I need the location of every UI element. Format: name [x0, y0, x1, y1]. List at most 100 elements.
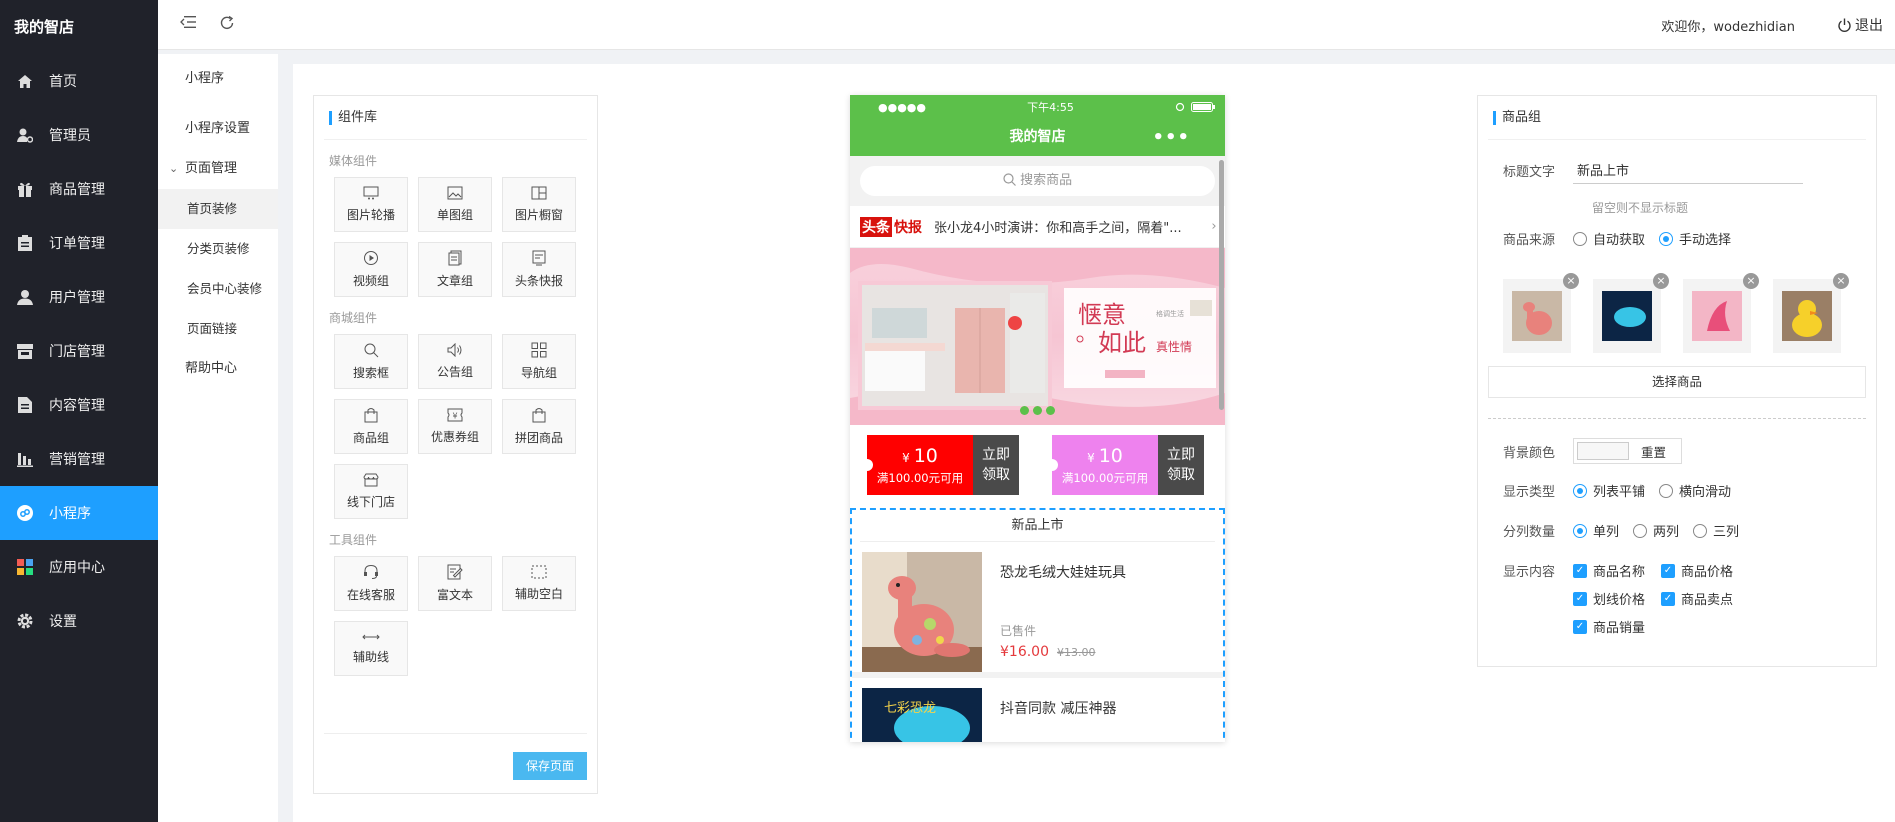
- banner-carousel[interactable]: 惬意 如此 真性情 格调生活: [850, 248, 1225, 425]
- goods-thumb[interactable]: ×: [1773, 273, 1849, 353]
- comp-video[interactable]: 视频组: [334, 242, 408, 297]
- subnav-item-page-links[interactable]: 页面链接: [158, 309, 278, 349]
- goods-thumb[interactable]: ×: [1593, 273, 1669, 353]
- sidebar-item-apps[interactable]: 应用中心: [0, 540, 158, 594]
- headline-news[interactable]: 头条 快报 张小龙4小时演讲：你和高手之间，隔着"... ›: [850, 206, 1225, 248]
- search-icon: [364, 343, 379, 358]
- phone-status-bar: ●●●●● 下午4:55: [850, 95, 1225, 119]
- radio-single[interactable]: 单列: [1573, 521, 1619, 540]
- radio-double[interactable]: 两列: [1633, 521, 1679, 540]
- comp-search-box[interactable]: 搜索框: [334, 334, 408, 389]
- comp-navigation[interactable]: 导航组: [502, 334, 576, 389]
- sidebar-item-home[interactable]: 首页: [0, 54, 158, 108]
- radio-triple[interactable]: 三列: [1693, 521, 1739, 540]
- check-goods-name[interactable]: ✓ 商品名称: [1573, 561, 1673, 580]
- subnav-item-member-decor[interactable]: 会员中心装修: [158, 269, 278, 309]
- check-selling-point[interactable]: ✓ 商品卖点: [1661, 589, 1761, 608]
- remove-icon[interactable]: ×: [1653, 273, 1669, 289]
- remove-icon[interactable]: ×: [1743, 273, 1759, 289]
- coupon-claim-button[interactable]: 立即 领取: [973, 435, 1019, 495]
- sidebar-item-settings[interactable]: 设置: [0, 594, 158, 648]
- check-sales[interactable]: ✓ 商品销量: [1573, 617, 1673, 636]
- comp-divider-line[interactable]: 辅助线: [334, 621, 408, 676]
- goods-sold: 已售件: [1000, 624, 1037, 638]
- color-swatch[interactable]: [1577, 442, 1629, 460]
- coupon-card[interactable]: ¥10 满100.00元可用 立即 领取: [1046, 435, 1204, 495]
- comp-label: 导航组: [520, 366, 557, 380]
- refresh-icon[interactable]: [219, 15, 239, 35]
- image-icon: [447, 186, 463, 200]
- select-goods-button[interactable]: 选择商品: [1488, 366, 1866, 398]
- sidebar-item-marketing[interactable]: 营销管理: [0, 432, 158, 486]
- comp-image-window[interactable]: 图片橱窗: [502, 177, 576, 232]
- color-picker[interactable]: 重置: [1573, 438, 1683, 464]
- comp-image-carousel[interactable]: 图片轮播: [334, 177, 408, 232]
- title-hint: 留空则不显示标题: [1592, 201, 1689, 215]
- coupon-card[interactable]: ¥10 满100.00元可用 立即 领取: [861, 435, 1019, 495]
- phone-scrollbar[interactable]: [1219, 160, 1224, 410]
- phone-search-box[interactable]: 搜索商品: [860, 166, 1215, 196]
- group-title-media: 媒体组件: [329, 154, 378, 168]
- comp-group-buy[interactable]: 拼团商品: [502, 399, 576, 454]
- check-goods-price[interactable]: ✓ 商品价格: [1661, 561, 1761, 580]
- sidebar-item-orders[interactable]: 订单管理: [0, 216, 158, 270]
- subnav-item-settings[interactable]: 小程序设置: [158, 109, 278, 149]
- radio-manual[interactable]: 手动选择: [1659, 229, 1731, 248]
- store-icon: [15, 341, 35, 361]
- comp-blank-space[interactable]: 辅助空白: [502, 556, 576, 611]
- goods-item[interactable]: 恐龙毛绒大娃娃玩具 已售件 ¥16.00 ¥13.00: [852, 542, 1223, 678]
- grid-icon: [531, 342, 547, 358]
- radio-auto[interactable]: 自动获取: [1573, 229, 1645, 248]
- comp-coupon[interactable]: ¥ 优惠券组: [418, 399, 492, 454]
- coupon-currency: ¥: [902, 451, 910, 465]
- banner-image: 惬意 如此 真性情 格调生活: [850, 248, 1225, 425]
- play-icon: [364, 251, 378, 265]
- comp-offline-store[interactable]: 线下门店: [334, 464, 408, 519]
- welcome-text: 欢迎你，wodezhidian: [1661, 20, 1795, 35]
- remove-icon[interactable]: ×: [1833, 273, 1849, 289]
- goods-thumb[interactable]: ×: [1683, 273, 1759, 353]
- display-label: 显示类型: [1502, 485, 1555, 500]
- gear-icon: [15, 611, 35, 631]
- goods-item[interactable]: 七彩恐龙 抖音同款 减压神器: [852, 678, 1223, 742]
- reset-color-button[interactable]: 重置: [1629, 442, 1678, 461]
- sidebar-item-users[interactable]: 用户管理: [0, 270, 158, 324]
- sidebar-item-miniprogram[interactable]: 小程序: [0, 486, 158, 540]
- comp-rich-text[interactable]: 富文本: [418, 556, 492, 611]
- chevron-down-icon: ⌄: [169, 162, 179, 175]
- comp-headline-news[interactable]: 头条快报: [502, 242, 576, 297]
- goods-group-selected[interactable]: 新品上市 恐龙毛绒大娃娃玩具 已售件 ¥16.00 ¥13.00 七彩恐龙 抖音…: [850, 508, 1225, 742]
- coupon-body: ¥10 满100.00元可用: [861, 435, 973, 495]
- subnav-item-help[interactable]: 帮助中心: [158, 349, 278, 389]
- claim-label-2: 领取: [1167, 467, 1195, 483]
- phone-preview: ●●●●● 下午4:55 我的智店 ••• 搜索商品 头条 快报 张小龙4小时演讲…: [850, 95, 1225, 742]
- goods-thumb[interactable]: ×: [1503, 273, 1579, 353]
- remove-icon[interactable]: ×: [1563, 273, 1579, 289]
- coupon-claim-button[interactable]: 立即 领取: [1158, 435, 1204, 495]
- sidebar-item-label: 设置: [49, 614, 77, 630]
- display-type-row: 显示类型 列表平铺 横向滑动: [1478, 481, 1745, 500]
- sidebar-item-content[interactable]: 内容管理: [0, 378, 158, 432]
- radio-horizontal[interactable]: 横向滑动: [1659, 481, 1731, 500]
- subnav-item-home-decor[interactable]: 首页装修: [158, 189, 278, 229]
- radio-list[interactable]: 列表平铺: [1573, 481, 1645, 500]
- more-icon[interactable]: •••: [1152, 119, 1190, 156]
- title-input[interactable]: [1573, 156, 1803, 184]
- thumb-image: [1692, 291, 1742, 341]
- logout-button[interactable]: 退出: [1837, 15, 1883, 35]
- collapse-menu-icon[interactable]: [180, 15, 200, 35]
- check-label: 商品卖点: [1681, 593, 1734, 608]
- comp-notice[interactable]: 公告组: [418, 334, 492, 389]
- comp-single-image[interactable]: 单图组: [418, 177, 492, 232]
- check-strike-price[interactable]: ✓ 划线价格: [1573, 589, 1673, 608]
- comp-article[interactable]: 文章组: [418, 242, 492, 297]
- sidebar-item-admin[interactable]: 管理员: [0, 108, 158, 162]
- save-page-button[interactable]: 保存页面: [513, 752, 587, 780]
- comp-online-service[interactable]: 在线客服: [334, 556, 408, 611]
- sidebar-item-label: 首页: [49, 74, 77, 90]
- sidebar-item-stores[interactable]: 门店管理: [0, 324, 158, 378]
- sidebar-item-goods[interactable]: 商品管理: [0, 162, 158, 216]
- comp-goods[interactable]: 商品组: [334, 399, 408, 454]
- subnav-item-category-decor[interactable]: 分类页装修: [158, 229, 278, 269]
- subnav-item-page-management[interactable]: ⌄ 页面管理: [158, 149, 278, 189]
